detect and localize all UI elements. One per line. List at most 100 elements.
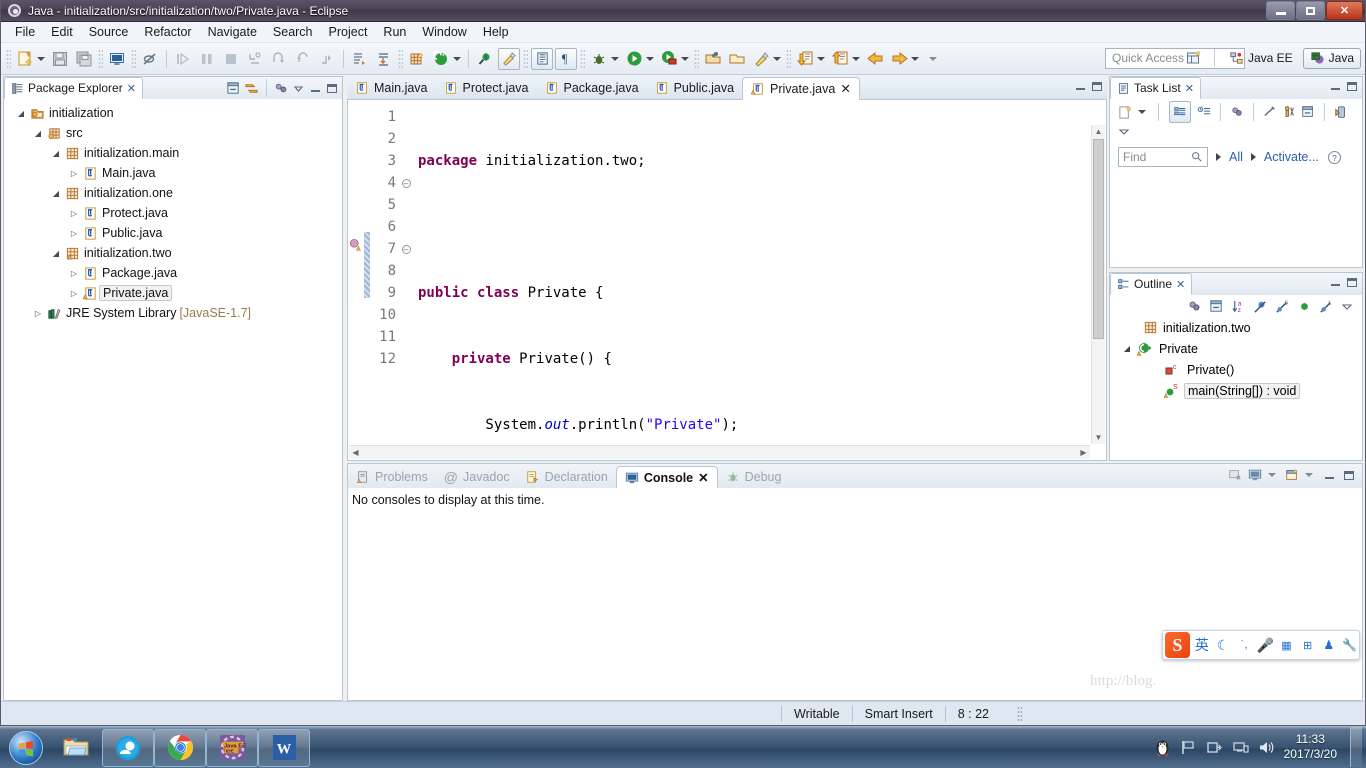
outline-row-main-method[interactable]: S main(String[]) : void xyxy=(1110,380,1362,401)
scroll-right-arrow-icon[interactable]: ▶ xyxy=(1077,446,1090,459)
expand-arrow-closed-icon[interactable]: ▷ xyxy=(67,209,81,218)
tree-item-src[interactable]: ◢ src xyxy=(4,123,342,143)
menu-run[interactable]: Run xyxy=(375,23,414,41)
minimize-icon[interactable] xyxy=(1328,275,1342,289)
hide-non-public-icon[interactable] xyxy=(1297,299,1312,314)
menu-refactor[interactable]: Refactor xyxy=(136,23,199,41)
tree-item-package-java[interactable]: ▷ Package.java xyxy=(4,263,342,283)
skin-icon[interactable]: ♟ xyxy=(1320,638,1338,652)
debug-icon[interactable] xyxy=(588,48,610,70)
collapse-all-icon[interactable] xyxy=(226,81,241,96)
drop-to-frame-icon[interactable] xyxy=(316,48,338,70)
editor-horizontal-scrollbar[interactable]: ◀ ▶ xyxy=(349,445,1090,459)
tree-item-initialization[interactable]: ◢ ! initialization xyxy=(4,103,342,123)
menu-edit[interactable]: Edit xyxy=(43,23,81,41)
maximize-icon[interactable] xyxy=(1345,275,1359,289)
tab-problems[interactable]: Problems xyxy=(348,465,436,488)
refresh-dropdown-icon[interactable] xyxy=(453,56,461,61)
close-icon[interactable]: ✕ xyxy=(1185,82,1194,95)
expand-arrow-closed-icon[interactable]: ▷ xyxy=(31,309,45,318)
open-console-icon[interactable] xyxy=(1285,468,1299,482)
toolbar-grip-7[interactable] xyxy=(694,48,699,69)
show-whitespace-icon[interactable] xyxy=(531,47,553,70)
menu-file[interactable]: File xyxy=(7,23,43,41)
forward-icon[interactable] xyxy=(888,48,910,70)
menu-help[interactable]: Help xyxy=(475,23,517,41)
save-icon[interactable] xyxy=(49,48,71,70)
step-return-icon[interactable] xyxy=(292,48,314,70)
scroll-left-arrow-icon[interactable]: ◀ xyxy=(349,446,362,459)
new-wizard-dropdown-icon[interactable] xyxy=(37,56,45,61)
expand-arrow-open-icon[interactable]: ◢ xyxy=(49,249,63,258)
tree-item-initialization-two[interactable]: ◢ initialization.two xyxy=(4,243,342,263)
clear-console-icon[interactable] xyxy=(1228,468,1242,482)
open-perspective-icon[interactable] xyxy=(1183,47,1205,69)
collapse-all-icon[interactable] xyxy=(1301,105,1315,119)
hide-fields-icon[interactable] xyxy=(1253,299,1268,314)
focus-icon[interactable] xyxy=(1187,299,1202,314)
filter-all-link[interactable]: All xyxy=(1229,150,1243,164)
show-desktop-button[interactable] xyxy=(1350,727,1362,767)
run-coverage-icon[interactable] xyxy=(658,48,680,70)
tab-declaration[interactable]: Declaration xyxy=(518,465,616,488)
expand-arrow-closed-icon[interactable]: ▷ xyxy=(67,229,81,238)
warning-marker-icon[interactable] xyxy=(349,238,363,252)
sogou-ime-toolbar[interactable]: S 英 ☾ ˙, 🎤 ▦ ⊞ ♟ 🔧 xyxy=(1162,630,1360,660)
toggle-mark-occurrences-icon[interactable] xyxy=(498,47,520,70)
taskbar-qq-browser[interactable] xyxy=(102,728,154,767)
ime-language-mode[interactable]: 英 xyxy=(1193,635,1211,655)
filter-all-arrow-icon[interactable] xyxy=(1216,153,1221,161)
scroll-down-arrow-icon[interactable]: ▼ xyxy=(1092,431,1105,444)
new-task-dropdown-icon[interactable] xyxy=(1138,110,1146,114)
dot-icon[interactable]: ˙, xyxy=(1235,639,1253,651)
tree-item-initialization-main[interactable]: ◢ initialization.main xyxy=(4,143,342,163)
collapse-all-icon[interactable] xyxy=(1209,299,1224,314)
editor-tab-private-java[interactable]: Private.java ✕ xyxy=(742,77,860,100)
console-output[interactable]: No consoles to display at this time. xyxy=(348,488,1362,700)
next-annotation-icon[interactable] xyxy=(829,48,851,70)
taskbar-microsoft-word[interactable]: W xyxy=(258,728,310,767)
expand-arrow-open-icon[interactable]: ◢ xyxy=(14,109,28,118)
tree-item-initialization-one[interactable]: ◢ initialization.one xyxy=(4,183,342,203)
toolbox-icon[interactable]: ⊞ xyxy=(1299,639,1317,652)
new-java-package-icon[interactable] xyxy=(406,48,428,70)
toggle-breakpoint-icon[interactable] xyxy=(139,48,161,70)
expand-arrow-open-icon[interactable]: ◢ xyxy=(49,189,63,198)
sogou-logo-icon[interactable]: S xyxy=(1165,632,1190,658)
debug-dropdown-icon[interactable] xyxy=(611,56,619,61)
new-task-icon[interactable] xyxy=(1118,105,1133,120)
expand-arrow-closed-icon[interactable]: ▷ xyxy=(67,289,81,298)
taskbar-google-chrome[interactable] xyxy=(154,728,206,767)
open-console-dropdown-icon[interactable] xyxy=(1305,473,1313,477)
close-icon[interactable]: ✕ xyxy=(698,470,708,485)
start-button[interactable] xyxy=(2,729,50,767)
tree-item-jre-system-library[interactable]: ▷ JRE System Library [JavaSE-1.7] xyxy=(4,303,342,323)
tree-item-main-java[interactable]: ▷ Main.java xyxy=(4,163,342,183)
save-all-icon[interactable] xyxy=(73,48,95,70)
wrench-icon[interactable]: 🔧 xyxy=(1341,638,1359,652)
expand-arrow-open-icon[interactable]: ◢ xyxy=(49,149,63,158)
tab-debug[interactable]: Debug xyxy=(718,465,790,488)
outline-tab[interactable]: Outline ✕ xyxy=(1110,273,1193,295)
editor-tab-package-java[interactable]: Package.java xyxy=(537,76,647,99)
open-task-icon[interactable] xyxy=(373,48,395,70)
minimize-icon[interactable] xyxy=(1073,79,1087,93)
close-icon[interactable]: ✕ xyxy=(127,82,136,95)
filter-activate-link[interactable]: Activate... xyxy=(1264,150,1319,164)
restore-button[interactable] xyxy=(1296,1,1325,20)
menu-source[interactable]: Source xyxy=(81,23,137,41)
open-folder-icon[interactable] xyxy=(726,48,748,70)
focus-on-workweek-icon[interactable] xyxy=(1230,105,1244,119)
maximize-icon[interactable] xyxy=(1090,79,1104,93)
display-selected-console-icon[interactable] xyxy=(1248,468,1262,482)
editor-tab-public-java[interactable]: Public.java xyxy=(647,76,742,99)
previous-annotation-dropdown-icon[interactable] xyxy=(817,56,825,61)
outline-row-class-private[interactable]: ◢ Private xyxy=(1110,338,1362,359)
filter-activate-arrow-icon[interactable] xyxy=(1250,153,1256,161)
refresh-icon[interactable] xyxy=(430,48,452,70)
close-icon[interactable]: ✕ xyxy=(840,81,850,96)
network-icon[interactable] xyxy=(1232,739,1249,756)
toolbar-grip-6[interactable] xyxy=(580,48,585,69)
view-menu-icon[interactable] xyxy=(1118,125,1362,138)
restore-tasks-icon[interactable] xyxy=(1334,105,1348,119)
